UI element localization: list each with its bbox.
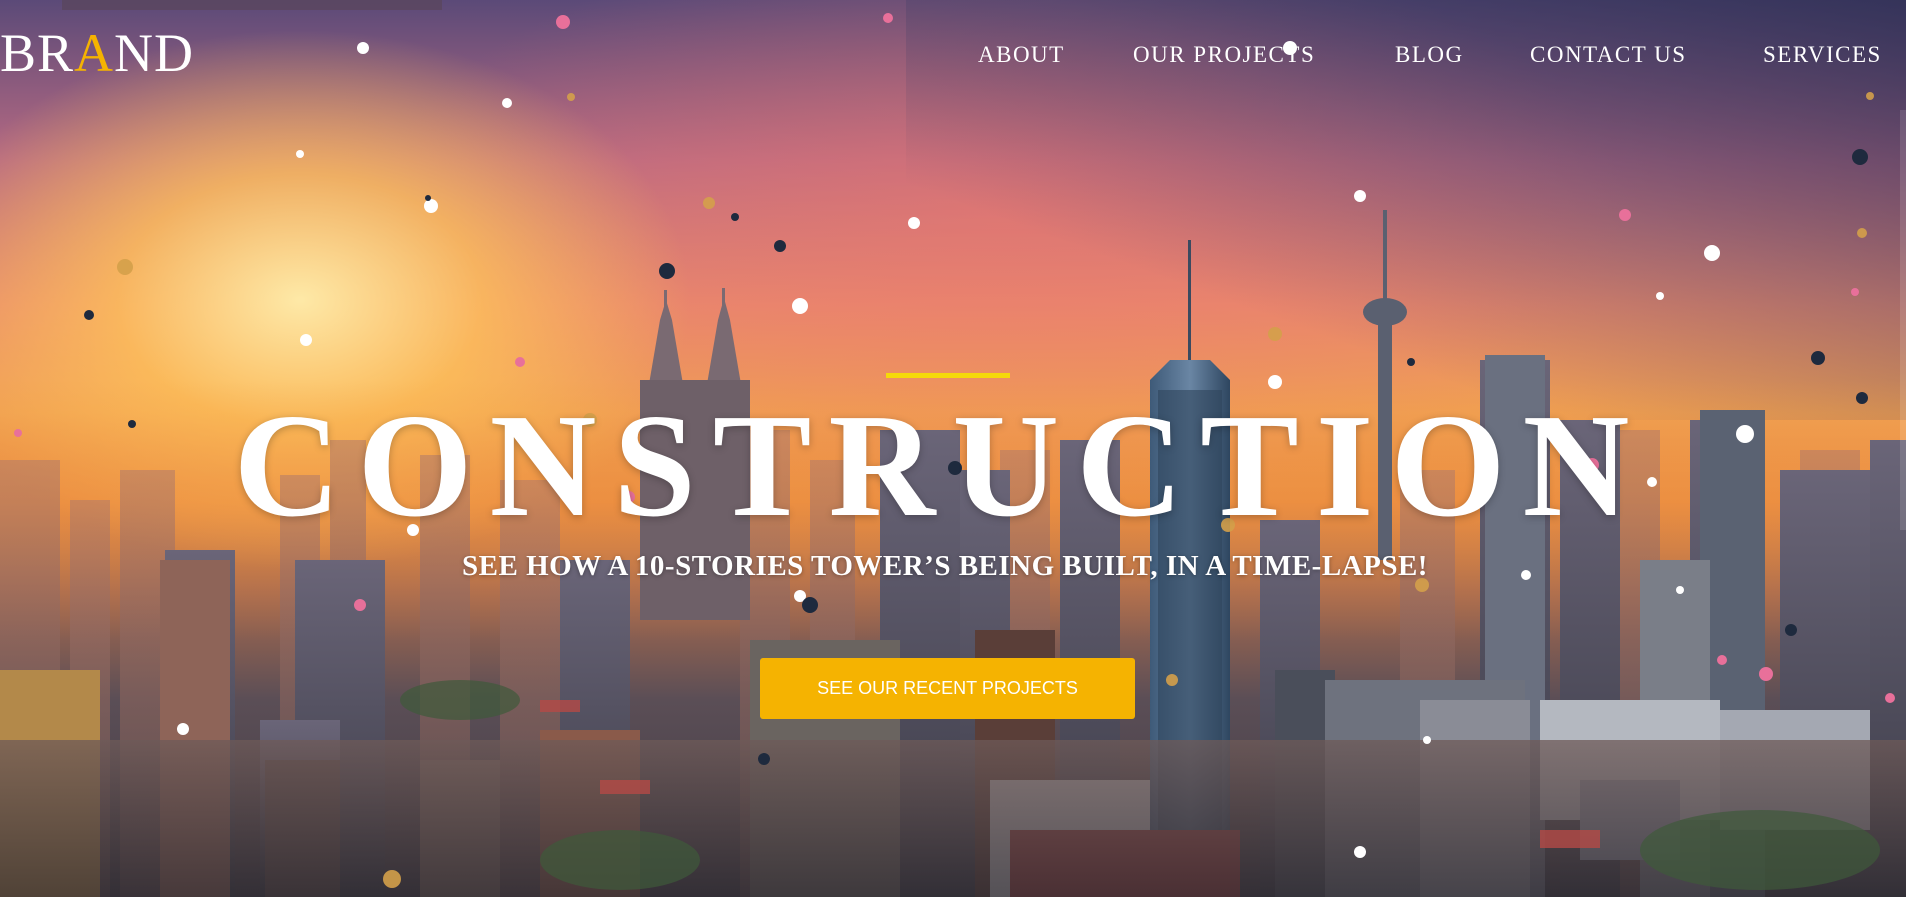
- hero-subheadline: SEE HOW A 10-STORIES TOWER’S BEING BUILT…: [462, 550, 1428, 582]
- scrollbar[interactable]: [1900, 110, 1906, 530]
- nav-item-contact-us[interactable]: CONTACT US: [1530, 42, 1687, 68]
- brand-logo[interactable]: BRAND: [0, 26, 194, 80]
- brand-logo-accent: A: [74, 23, 115, 83]
- nav-item-services[interactable]: SERVICES: [1763, 42, 1882, 68]
- nav-item-blog[interactable]: BLOG: [1395, 42, 1464, 68]
- main-nav: ABOUT OUR PROJECTS BLOG CONTACT US SERVI…: [978, 42, 1906, 72]
- nav-item-about[interactable]: ABOUT: [978, 42, 1065, 68]
- nav-item-our-projects[interactable]: OUR PROJECTS: [1133, 42, 1315, 68]
- see-recent-projects-button[interactable]: SEE OUR RECENT PROJECTS: [760, 658, 1135, 719]
- headline-accent-line: [886, 373, 1010, 378]
- hero-headline: CONSTRUCTION: [233, 384, 1647, 548]
- top-tab-bar: [62, 0, 442, 10]
